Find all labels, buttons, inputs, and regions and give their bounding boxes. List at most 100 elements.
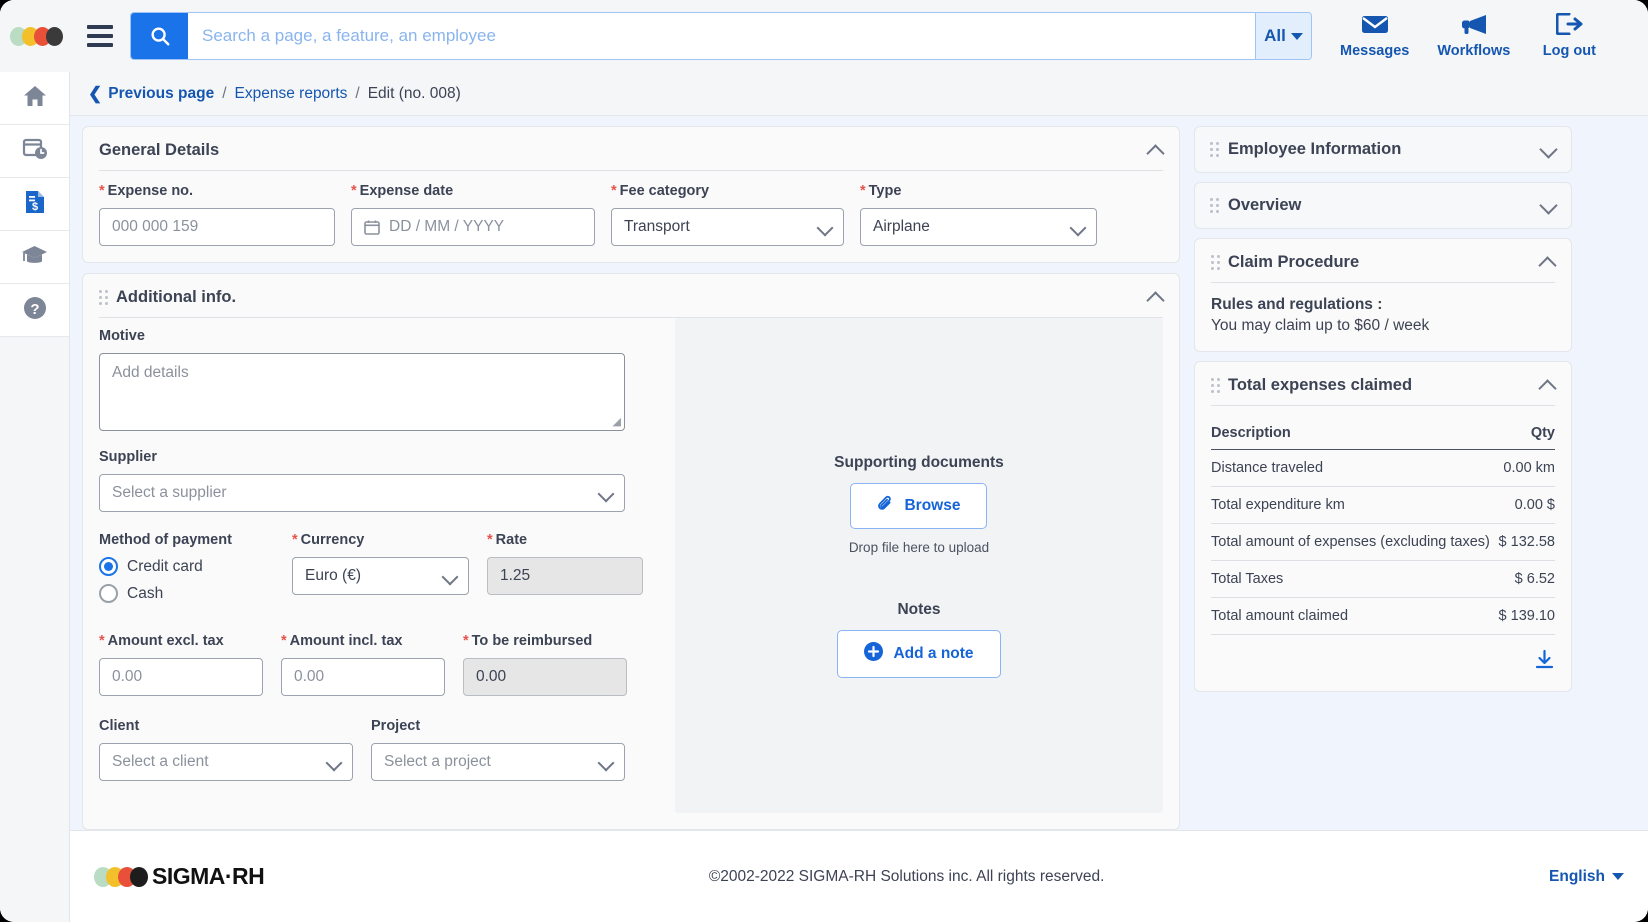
radio-credit-card-label: Credit card (127, 557, 203, 575)
search-scope-label: All (1264, 26, 1286, 45)
to-be-reimbursed-field: * To be reimbursed 0.00 (463, 633, 627, 696)
messages-button[interactable]: Messages (1340, 14, 1409, 59)
table-row: Total amount of expenses (excluding taxe… (1211, 523, 1555, 561)
page-body: General Details * Expense no. 000 000 159… (70, 116, 1648, 830)
calendar-clock-icon (22, 136, 48, 167)
drag-handle-icon[interactable] (1210, 142, 1219, 157)
additional-info-body: Motive Add details ◢ Supplier Select a s… (83, 318, 1179, 829)
method-of-payment-field: Method of payment Credit card Cash (99, 532, 274, 611)
type-select[interactable]: Airplane (860, 208, 1097, 246)
panel-overview[interactable]: Overview (1194, 182, 1572, 229)
currency-select[interactable]: Euro (€) (292, 557, 469, 595)
motive-textarea[interactable]: Add details ◢ (99, 353, 625, 431)
panel-claim-procedure: Claim Procedure Rules and regulations : … (1194, 238, 1572, 352)
total-expenses-title: Total expenses claimed (1228, 376, 1413, 394)
expense-no-input[interactable]: 000 000 159 (99, 208, 335, 246)
previous-page-link[interactable]: ❮ Previous page (88, 85, 214, 103)
project-label: Project (371, 718, 421, 734)
sidebar-item-time[interactable] (0, 125, 69, 178)
project-select[interactable]: Select a project (371, 743, 625, 781)
workflows-button[interactable]: Workflows (1437, 13, 1510, 59)
app-window: All Messages Workflows Log (0, 0, 1648, 922)
search-input[interactable] (188, 13, 1255, 59)
general-details-collapse-toggle[interactable] (1147, 143, 1163, 159)
client-select[interactable]: Select a client (99, 743, 353, 781)
expense-date-label: * Expense date (351, 183, 454, 199)
totals-qty: $ 6.52 (1497, 560, 1555, 598)
payment-currency-rate-row: Method of payment Credit card Cash * Cur… (99, 532, 643, 611)
sidebar-item-training[interactable] (0, 231, 69, 284)
totals-footer (1211, 635, 1555, 675)
resize-handle-icon[interactable]: ◢ (613, 415, 621, 428)
brand-name: SIGMA·RH (152, 863, 265, 889)
additional-info-collapse-toggle[interactable] (1147, 290, 1163, 306)
sidebar-item-home[interactable] (0, 72, 69, 125)
radio-cash[interactable]: Cash (99, 584, 274, 603)
table-row: Distance traveled 0.00 km (1211, 449, 1555, 487)
totals-col-description: Description (1211, 419, 1498, 450)
radio-cash-label: Cash (127, 584, 164, 602)
sidebar-item-help[interactable]: ? (0, 284, 69, 337)
breadcrumb-section-link[interactable]: Expense reports (235, 85, 348, 103)
amount-excl-tax-input[interactable]: 0.00 (99, 658, 263, 696)
documents-dropzone[interactable]: Supporting documents Browse Drop file he… (675, 318, 1163, 813)
language-selector[interactable]: English (1549, 868, 1624, 886)
sidebar-item-expenses[interactable]: $ (0, 178, 69, 231)
drag-handle-icon[interactable] (99, 290, 108, 305)
megaphone-icon (1460, 13, 1488, 39)
logout-icon (1555, 12, 1583, 39)
drag-handle-icon[interactable] (1211, 378, 1220, 393)
chevron-down-icon (1612, 873, 1624, 880)
breadcrumb-separator-2: / (355, 84, 360, 102)
employee-information-expand-toggle[interactable] (1540, 142, 1556, 158)
expense-document-icon: $ (22, 189, 48, 220)
overview-expand-toggle[interactable] (1540, 198, 1556, 214)
overview-title: Overview (1228, 196, 1302, 214)
logout-button[interactable]: Log out (1538, 12, 1600, 59)
chevron-down-icon (443, 570, 456, 583)
supplier-label: Supplier (99, 449, 158, 465)
motive-label: Motive (99, 328, 145, 344)
amount-excl-tax-field: * Amount excl. tax 0.00 (99, 633, 263, 696)
download-icon[interactable] (1534, 649, 1555, 675)
method-of-payment-label: Method of payment (99, 532, 232, 548)
drag-handle-icon[interactable] (1211, 255, 1220, 270)
drag-handle-icon[interactable] (1210, 198, 1219, 213)
totals-qty: $ 139.10 (1497, 597, 1555, 635)
sigma-rh-logo: SIGMA·RH (94, 863, 265, 890)
totals-description: Total expenditure km (1211, 486, 1498, 524)
browse-button[interactable]: Browse (850, 482, 988, 529)
radio-indicator (99, 584, 118, 603)
radio-indicator (99, 557, 118, 576)
search-icon[interactable] (131, 13, 188, 59)
currency-field: * Currency Euro (€) (292, 532, 469, 611)
search-scope-dropdown[interactable]: All (1255, 13, 1311, 59)
radio-credit-card[interactable]: Credit card (99, 557, 274, 576)
to-be-reimbursed-label: * To be reimbursed (463, 633, 593, 649)
chevron-down-icon (1071, 221, 1084, 234)
currency-label: * Currency (292, 532, 365, 548)
breadcrumb: ❮ Previous page / Expense reports / Edit… (70, 72, 1648, 116)
add-note-button[interactable]: Add a note (837, 629, 1001, 678)
fee-category-label: * Fee category (611, 183, 710, 199)
hamburger-icon[interactable] (72, 0, 128, 72)
panel-employee-information[interactable]: Employee Information (1194, 126, 1572, 173)
window-dot-dark (45, 26, 63, 46)
total-expenses-collapse-toggle[interactable] (1539, 378, 1555, 394)
help-circle-icon: ? (22, 295, 48, 326)
rules-text: You may claim up to $60 / week (1211, 317, 1430, 334)
client-placeholder: Select a client (112, 753, 209, 770)
fee-category-value: Transport (624, 218, 690, 235)
claim-procedure-collapse-toggle[interactable] (1539, 255, 1555, 271)
project-placeholder: Select a project (384, 753, 491, 770)
notes-block: Notes Add a note (837, 601, 1001, 678)
fee-category-select[interactable]: Transport (611, 208, 844, 246)
supplier-select[interactable]: Select a supplier (99, 474, 625, 512)
messages-label: Messages (1340, 42, 1410, 59)
amount-incl-tax-input[interactable]: 0.00 (281, 658, 445, 696)
general-details-fields: * Expense no. 000 000 159 * Expense date D… (83, 171, 1179, 262)
global-search: All (130, 12, 1312, 60)
chevron-down-icon (327, 756, 340, 769)
expense-date-input[interactable]: DD / MM / YYYY (351, 208, 595, 246)
expense-date-field: * Expense date DD / MM / YYYY (351, 183, 595, 246)
